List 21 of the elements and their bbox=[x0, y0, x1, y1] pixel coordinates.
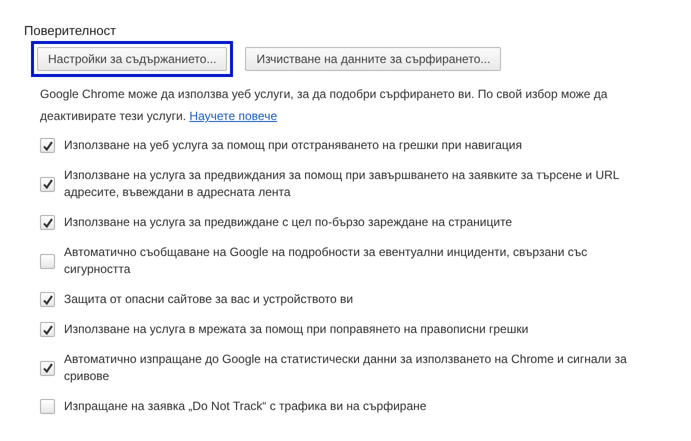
section-title: Поверителност bbox=[24, 23, 118, 38]
option-label: Автоматично съобщаване на Google на подробности за евентуални инциденти, свързани със сигурността bbox=[64, 244, 588, 278]
checkbox[interactable] bbox=[40, 254, 55, 268]
checkbox[interactable] bbox=[40, 292, 55, 307]
checkbox[interactable] bbox=[40, 215, 55, 230]
settings-button[interactable]: Настройки за съдържанието... bbox=[37, 47, 228, 71]
checkbox[interactable] bbox=[40, 360, 55, 376]
option-label: Изпращане на заявка „Do Not Track“ с трафика ви на сърфиране bbox=[64, 398, 428, 415]
learn-more-link[interactable]: Научете повече bbox=[189, 109, 278, 123]
checkbox[interactable] bbox=[40, 138, 55, 153]
option-label: Автоматично изпращане до Google на статистически данни за използването на Chrome и сигнали за сривове bbox=[64, 351, 628, 385]
checkbox[interactable] bbox=[40, 322, 55, 337]
option-label: Използване на услуга в мрежата за помощ при поправянето на правописни грешки bbox=[64, 321, 530, 338]
checkbox[interactable] bbox=[40, 176, 55, 192]
settings-button[interactable]: Изчистване на данните за сърфирането... bbox=[245, 47, 502, 71]
option-label: Използване на услуга за предвиждане с цел по-бързо зареждане на страниците bbox=[64, 214, 514, 231]
option-label: Използване на услуга за предвиждания за помощ при завършването на заявките за търсене и URL адресите, въвеждани в адресната лента bbox=[64, 167, 620, 201]
description-text: Google Chrome може да използва уеб услуги, за да подобри сърфирането ви. По свой избор може да деактивирате тези услуги. Научете повече bbox=[40, 86, 608, 125]
option-label: Защита от опасни сайтове за вас и устройството ви bbox=[64, 291, 354, 308]
option-label: Използване на уеб услуга за помощ при отстраняването на грешки при навигация bbox=[64, 137, 523, 154]
checkbox[interactable] bbox=[40, 399, 55, 414]
